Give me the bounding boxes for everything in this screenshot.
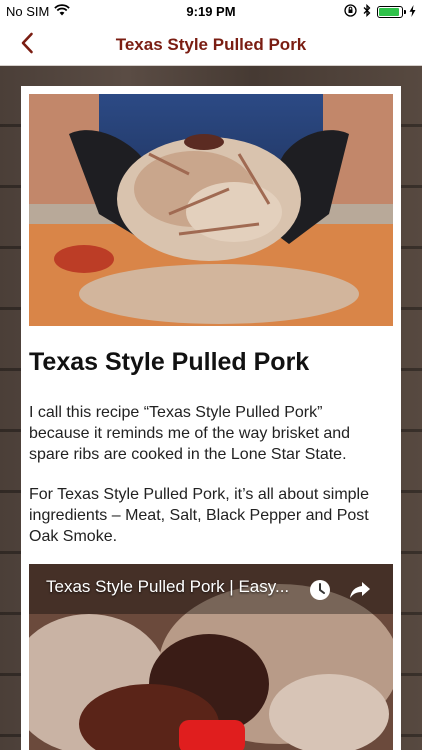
nav-title: Texas Style Pulled Pork (115, 35, 307, 54)
article-paragraph: I call this recipe “Texas Style Pulled P… (29, 404, 351, 463)
status-bar: No SIM 9:19 PM (0, 0, 422, 24)
bluetooth-icon (363, 3, 371, 20)
article-paragraph: For Texas Style Pulled Pork, it’s all ab… (29, 486, 370, 545)
pulled-pork-hero-image (29, 94, 393, 326)
clock-icon[interactable] (307, 577, 333, 603)
video-embed[interactable]: Texas Style Pulled Pork | Easy... (29, 564, 393, 750)
article-card: Texas Style Pulled Pork I call this reci… (21, 86, 401, 750)
share-arrow-icon[interactable] (347, 577, 373, 603)
charging-bolt-icon (409, 4, 416, 20)
navigation-bar: Texas Style Pulled Pork (0, 24, 422, 66)
status-right (344, 3, 416, 20)
play-button[interactable] (179, 720, 245, 750)
video-title: Texas Style Pulled Pork | Easy... (46, 577, 290, 596)
orientation-lock-icon (344, 4, 357, 20)
article-title: Texas Style Pulled Pork (29, 348, 310, 376)
battery-icon (377, 6, 406, 18)
